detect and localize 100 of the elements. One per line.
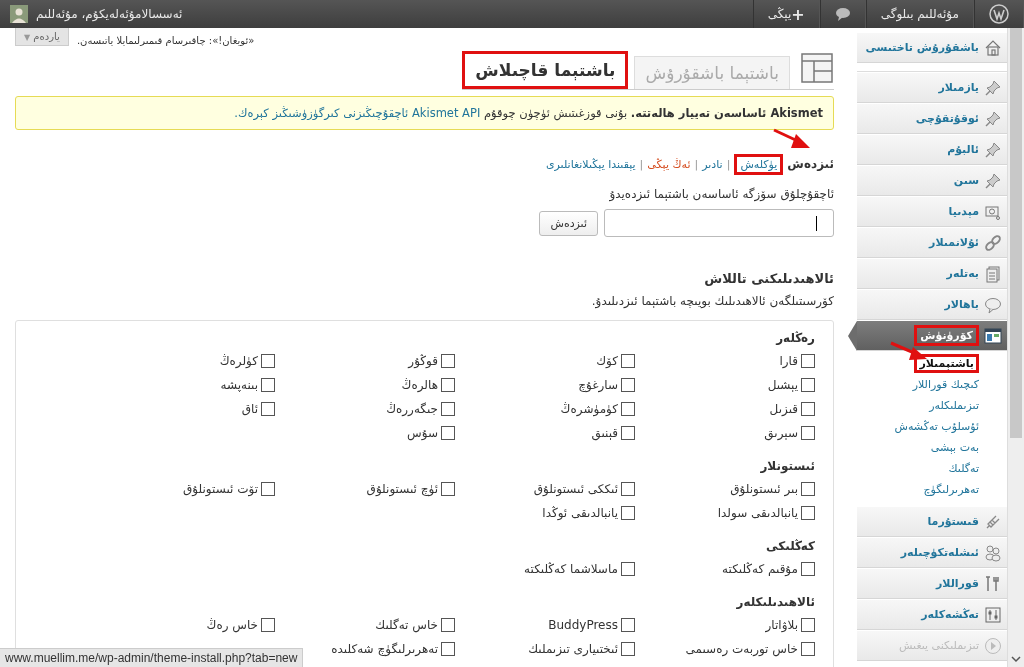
filter-link[interactable]: ئىزدەش (787, 157, 834, 171)
checkbox[interactable] (441, 402, 455, 416)
menu-item[interactable]: باھالار (857, 289, 1007, 320)
checkbox-label: جىگەررەڭ (386, 402, 438, 416)
submenu-item[interactable]: بەت بېشى (930, 441, 979, 454)
checkbox[interactable] (441, 482, 455, 496)
checkbox-label: يانبالدىقى سولدا (717, 506, 798, 520)
menu-item[interactable]: ئۇلانمىلار (857, 227, 1007, 258)
checkbox-label: ئىختىيارى تىزىملىك (528, 642, 618, 656)
submenu-item[interactable]: تەھرىرلىگۈچ (923, 483, 979, 496)
help-button[interactable]: ياردەم ▼ (15, 28, 69, 46)
checkbox-label: يېشىل (767, 378, 798, 392)
tab[interactable]: باشتېما قاچىلاش (462, 51, 629, 89)
filter-link[interactable]: يۈكلەش (734, 153, 784, 175)
menu-item[interactable]: سىن (857, 165, 1007, 196)
menu-item[interactable]: يازمىلار (857, 72, 1007, 103)
group-title: رەڭلەر (774, 331, 815, 345)
checkbox-label: قېنىق (591, 426, 618, 440)
checkbox[interactable] (621, 402, 635, 416)
checkbox-label: قىزىل (769, 402, 798, 416)
checkbox[interactable] (261, 354, 275, 368)
checkbox-label: ئاق (241, 402, 258, 416)
menu-item[interactable]: مېدىيا (857, 196, 1007, 227)
greeting-link[interactable]: ئەسسالامۇئەلەيكۇم، مۇئەللىم (34, 7, 183, 21)
checkbox[interactable] (621, 482, 635, 496)
filter-link[interactable]: يېقىندا يېڭىلانغانلىرى (545, 157, 636, 171)
checkbox-label: سۇس (407, 426, 438, 440)
new-link[interactable]: + يېڭى (752, 0, 820, 28)
checkbox-label: خاس توربەت رەسىمى (685, 642, 798, 656)
scroll-down-icon[interactable] (1011, 655, 1021, 663)
checkbox[interactable] (621, 642, 635, 656)
menu-item[interactable]: ئالبۇم (857, 134, 1007, 165)
scrollbar[interactable] (1007, 28, 1024, 667)
checkbox[interactable] (261, 482, 275, 496)
checkbox[interactable] (441, 354, 455, 368)
submenu-item[interactable]: تىزىملىكلەر (929, 399, 979, 412)
sliders-icon (984, 605, 1002, 624)
wordpress-logo-icon[interactable] (974, 0, 1024, 28)
menu-item[interactable]: ئىشلەتكۈچىلەر (857, 537, 1007, 568)
menu-item[interactable]: ئوقۇتقۇچى (857, 103, 1007, 134)
filter-link[interactable]: ئەڭ يېڭى (647, 157, 691, 171)
checkbox[interactable] (801, 378, 815, 392)
checkbox[interactable] (801, 402, 815, 416)
checkbox[interactable] (261, 618, 275, 632)
checkbox-label: سارغۇچ (578, 378, 618, 392)
menu-item[interactable]: باشقۇرۇش تاختىسى (857, 32, 1007, 63)
checkbox[interactable] (441, 378, 455, 392)
checkbox-label: بىنەپشە (220, 378, 258, 392)
checkbox-label: سېرىق (764, 426, 798, 440)
checkbox[interactable] (801, 482, 815, 496)
checkbox[interactable] (801, 354, 815, 368)
checkbox[interactable] (801, 642, 815, 656)
section-title: ئالاھىدىلىكنى تاللاش (703, 271, 834, 286)
checkbox-label: قوڭۇر (408, 354, 438, 368)
submenu-item[interactable]: ئۇسلۇب تەڭشەش (894, 420, 979, 433)
group-title: ئالاھىدىلىكلەر (735, 595, 815, 609)
users-icon (984, 543, 1002, 562)
checkbox[interactable] (621, 354, 635, 368)
submenu-item[interactable]: كىچىك قوراللار (912, 378, 979, 391)
checkbox[interactable] (261, 402, 275, 416)
menu-item[interactable]: قىستۇرما (857, 506, 1007, 537)
submenu-item[interactable]: تەگلىك (948, 462, 979, 475)
checkbox-label: تۆت ئىستونلۇق (183, 482, 258, 496)
house-icon (984, 38, 1002, 57)
checkbox[interactable] (801, 562, 815, 576)
checkbox-label: مۇقىم كەڭلىكتە (722, 562, 798, 576)
checkbox-label: ئىككى ئىستونلۇق (533, 482, 618, 496)
checkbox[interactable] (801, 506, 815, 520)
site-name-link[interactable]: مۇئەللىم بىلوگى (865, 0, 974, 28)
checkbox[interactable] (441, 426, 455, 440)
checkbox[interactable] (621, 426, 635, 440)
checkbox[interactable] (441, 618, 455, 632)
checkbox[interactable] (621, 506, 635, 520)
notice-link[interactable]: Akismet API ئاچقۇچىڭىزنى كىرگۈزۈشىڭىز كېرەك. (234, 106, 481, 120)
checkbox-label: BuddyPress (548, 618, 618, 632)
checkbox[interactable] (261, 378, 275, 392)
search-field[interactable] (604, 209, 834, 237)
search-button[interactable]: ئىزدەش (539, 210, 598, 236)
notice-text: Akismet ئاساسەن تەييار ھالەتتە. بۇنى قوزغىتىش ئۈچۈن چوقۇم Akismet API ئاچقۇچىڭىزنى كىرگۈزۈشىڭىز كېرەك. (234, 106, 823, 120)
group-title: كەڭلىكى (765, 539, 815, 553)
checkbox[interactable] (621, 562, 635, 576)
pin-icon (984, 109, 1002, 128)
checkbox-label: كۈمۈشرەڭ (560, 402, 618, 416)
comment-icon[interactable] (819, 0, 866, 28)
checkbox-label: قارا (779, 354, 798, 368)
checkbox[interactable] (801, 426, 815, 440)
checkbox[interactable] (621, 618, 635, 632)
pin-icon (984, 171, 1002, 190)
checkbox[interactable] (441, 642, 455, 656)
checkbox-label: خاس رەڭ (206, 618, 258, 632)
checkbox[interactable] (621, 378, 635, 392)
menu-item[interactable]: بەتلەر (857, 258, 1007, 289)
chain-link-icon (984, 233, 1002, 252)
checkbox-label: كۆك (596, 354, 618, 368)
speech-bubble-icon (984, 295, 1002, 314)
filter-link[interactable]: نادىر (702, 157, 723, 171)
menu-item[interactable]: تەڭشەكلەر (857, 599, 1007, 630)
menu-item[interactable]: قوراللار (857, 568, 1007, 599)
checkbox[interactable] (801, 618, 815, 632)
separator-text: | (726, 157, 731, 171)
